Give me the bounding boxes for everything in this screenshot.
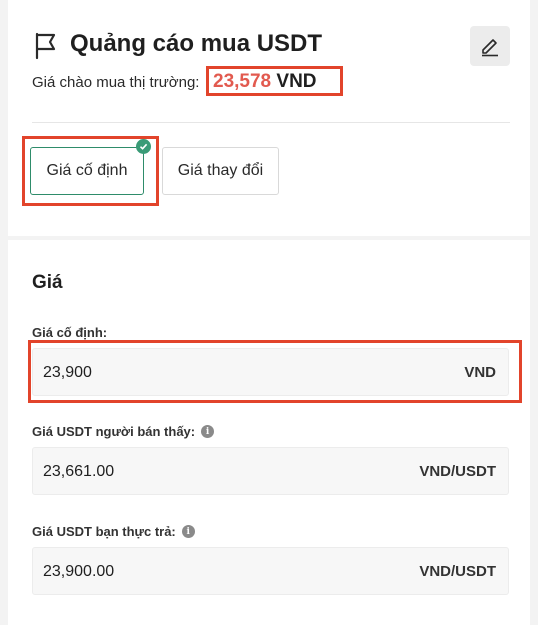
tab-highlight xyxy=(22,136,159,206)
price-section-title: Giá xyxy=(32,272,63,293)
you-pay-label-text: Giá USDT bạn thực trả: xyxy=(32,524,176,539)
edit-button[interactable] xyxy=(470,26,510,66)
seller-price-value: 23,661.00 xyxy=(43,463,115,480)
fixed-price-label-text: Giá cố định: xyxy=(32,325,108,340)
seller-price-label: Giá USDT người bán thấy: i xyxy=(32,424,215,439)
fixed-price-highlight xyxy=(28,340,522,403)
seller-price-label-text: Giá USDT người bán thấy: xyxy=(32,424,196,439)
you-pay-unit: VND/USDT xyxy=(419,563,496,580)
you-pay-label: Giá USDT bạn thực trả: i xyxy=(32,524,195,539)
info-icon[interactable]: i xyxy=(201,425,215,438)
page-title: Quảng cáo mua USDT xyxy=(70,30,323,57)
flag-icon xyxy=(35,32,56,60)
you-pay-value: 23,900.00 xyxy=(43,563,115,580)
pencil-icon xyxy=(482,39,498,57)
tab-variable-price-label: Giá thay đổi xyxy=(177,162,264,179)
info-icon[interactable]: i xyxy=(181,525,195,538)
divider xyxy=(32,122,510,123)
tab-variable-price[interactable]: Giá thay đổi xyxy=(162,147,279,195)
fixed-price-label: Giá cố định: xyxy=(32,325,107,340)
seller-price-unit: VND/USDT xyxy=(419,463,496,480)
market-price-label: Giá chào mua thị trường: xyxy=(32,74,200,91)
you-pay-field: 23,900.00 VND/USDT xyxy=(32,547,509,595)
market-price-highlight xyxy=(206,66,343,96)
seller-price-field: 23,661.00 VND/USDT xyxy=(32,447,509,495)
